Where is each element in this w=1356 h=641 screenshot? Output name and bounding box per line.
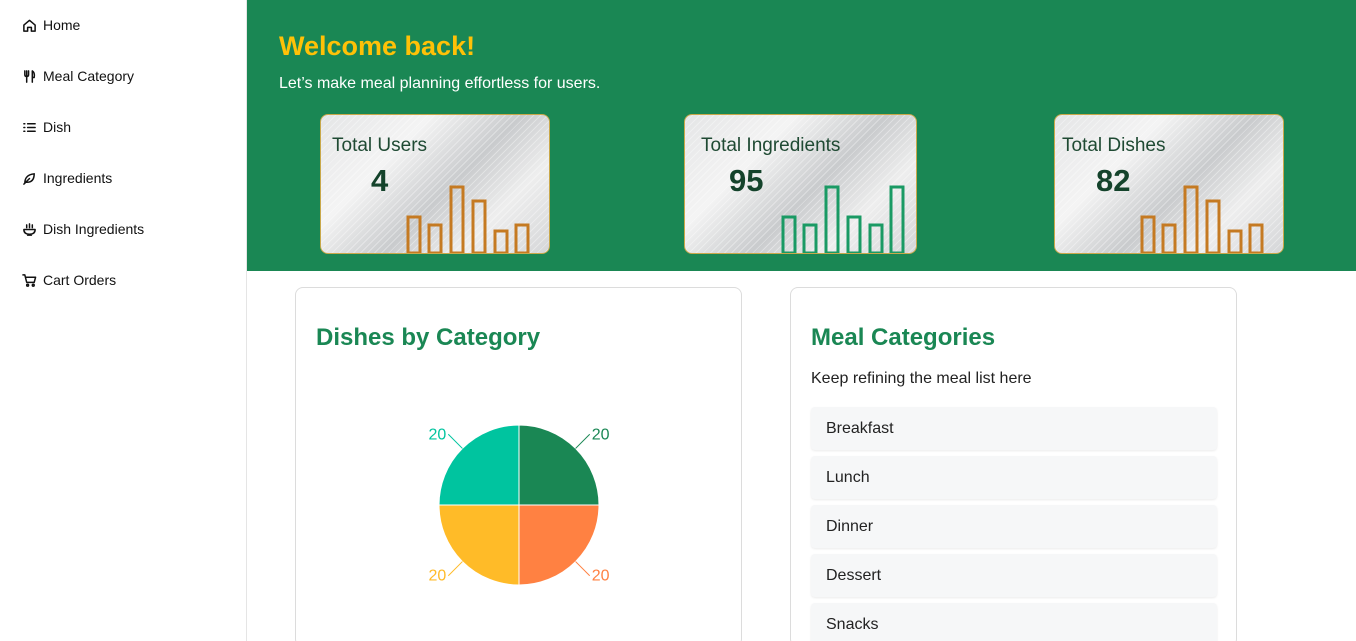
pie-label-line [575,433,591,449]
leaf-icon [22,171,37,186]
sidebar-item-label: Home [43,17,81,33]
panel-title: Meal Categories [811,324,996,351]
stat-card-dishes: Total Dishes 82 [1054,114,1284,254]
home-icon [22,18,37,33]
sidebar-item-label: Cart Orders [43,272,117,288]
sidebar-item-dish-ingredients[interactable]: Dish Ingredients [22,217,144,241]
cart-icon [22,273,37,288]
sidebar-item-meal-category[interactable]: Meal Category [22,64,134,88]
pie-label-line [447,561,463,577]
stat-value: 95 [729,163,764,198]
sidebar-item-label: Meal Category [43,68,135,84]
category-item-lunch[interactable]: Lunch [811,456,1217,499]
sidebar-item-label: Dish [43,119,72,135]
pie-data-label: 20 [592,426,610,443]
utensils-icon [22,69,37,84]
list-icon [22,120,37,135]
stat-label: Total Ingredients [701,135,841,156]
pie-data-label: 20 [592,568,610,585]
pie-chart: 20 20 20 20 [428,424,610,586]
bowl-icon [22,222,37,237]
dishes-by-category-panel: Dishes by Category 20 20 20 20 [295,287,742,641]
sidebar-item-home[interactable]: Home [22,13,80,37]
sidebar-item-ingredients[interactable]: Ingredients [22,166,112,190]
stat-value: 4 [371,163,389,198]
stat-value: 82 [1096,163,1131,198]
welcome-subtitle: Let’s make meal planning effortless for … [279,75,601,92]
stat-label: Total Dishes [1062,135,1166,156]
category-item-dessert[interactable]: Dessert [811,554,1217,597]
bar-graphic-icon [406,185,530,253]
pie-data-label: 20 [428,426,446,443]
stat-label: Total Users [332,135,428,156]
stat-card-ingredients: Total Ingredients 95 [684,114,917,254]
sidebar-item-dish[interactable]: Dish [22,115,71,139]
sidebar-item-cart-orders[interactable]: Cart Orders [22,268,116,292]
category-item-snacks[interactable]: Snacks [811,603,1217,641]
bar-graphic-icon [781,185,905,253]
pie-label-line [447,433,463,449]
welcome-banner: Welcome back! Let’s make meal planning e… [247,0,1356,271]
pie-label-line [575,561,591,577]
bar-graphic-icon [1140,185,1264,253]
panel-subtitle: Keep refining the meal list here [811,370,1032,387]
welcome-title: Welcome back! [279,31,476,61]
category-item-dinner[interactable]: Dinner [811,505,1217,548]
meal-categories-panel: Meal Categories Keep refining the meal l… [790,287,1237,641]
stat-card-users: Total Users 4 [320,114,550,254]
sidebar: Home Meal Category Dish Ingredients Dish… [0,0,247,641]
category-item-breakfast[interactable]: Breakfast [811,407,1217,450]
sidebar-item-label: Ingredients [43,170,113,186]
panel-title: Dishes by Category [316,324,541,351]
sidebar-item-label: Dish Ingredients [43,221,145,237]
pie-data-label: 20 [428,568,446,585]
